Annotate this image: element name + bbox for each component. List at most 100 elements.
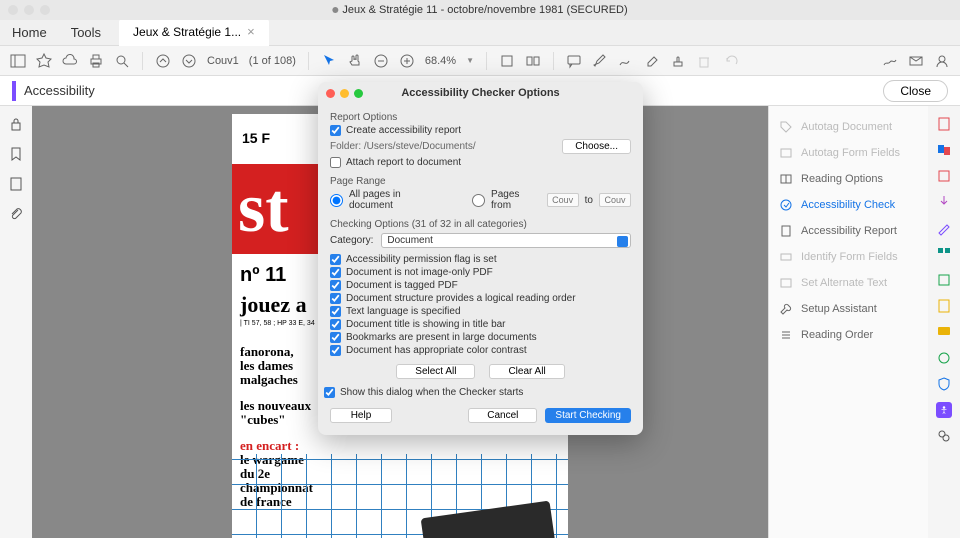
star-icon[interactable] <box>36 53 52 69</box>
panel-set-alt[interactable]: Set Alternate Text <box>769 270 928 296</box>
comment-tool-icon[interactable] <box>936 324 952 340</box>
stamp-icon[interactable] <box>670 53 686 69</box>
trash-icon[interactable] <box>696 53 712 69</box>
check-not-image-only[interactable] <box>330 267 341 278</box>
panel-accessibility-report[interactable]: Accessibility Report <box>769 218 928 244</box>
document-tab[interactable]: Jeux & Stratégie 1... × <box>119 19 269 46</box>
identify-icon <box>779 250 793 264</box>
zoom-level[interactable]: 68.4% <box>425 55 456 67</box>
profile-icon[interactable] <box>934 53 950 69</box>
pages-from-label: Pages from <box>491 189 541 211</box>
clear-all-button[interactable]: Clear All <box>489 364 564 379</box>
comment-icon[interactable] <box>566 53 582 69</box>
close-panel-button[interactable]: Close <box>883 80 948 102</box>
attach-report-checkbox[interactable] <box>330 157 341 168</box>
dialog-zoom-icon[interactable] <box>354 89 363 98</box>
check-circle-icon <box>779 198 793 212</box>
compress-icon[interactable] <box>936 272 952 288</box>
page-down-icon[interactable] <box>181 53 197 69</box>
menu-tools[interactable]: Tools <box>59 21 113 44</box>
page-to-input[interactable] <box>599 193 631 207</box>
organize-icon[interactable] <box>936 246 952 262</box>
panel-autotag-doc[interactable]: Autotag Document <box>769 114 928 140</box>
page-number-input[interactable]: Couv1 <box>207 55 239 67</box>
more-tools-icon[interactable] <box>936 428 952 444</box>
panel-accessibility-check[interactable]: Accessibility Check <box>769 192 928 218</box>
sign-icon[interactable] <box>882 53 898 69</box>
sign-tool-icon[interactable] <box>936 220 952 236</box>
panel-reading-order[interactable]: Reading Order <box>769 322 928 348</box>
fit-width-icon[interactable] <box>499 53 515 69</box>
fit-page-icon[interactable] <box>525 53 541 69</box>
page-up-icon[interactable] <box>155 53 171 69</box>
protect-icon[interactable] <box>936 376 952 392</box>
panel-identify-form[interactable]: Identify Form Fields <box>769 244 928 270</box>
help-button[interactable]: Help <box>330 408 392 423</box>
check-reading-order[interactable] <box>330 293 341 304</box>
zoom-in-icon[interactable] <box>399 53 415 69</box>
edit-icon[interactable] <box>936 168 952 184</box>
highlight-icon[interactable] <box>592 53 608 69</box>
combine-icon[interactable] <box>936 142 952 158</box>
check-color-contrast[interactable] <box>330 345 341 356</box>
category-select[interactable]: Document <box>381 233 631 248</box>
panel-setup-assistant[interactable]: Setup Assistant <box>769 296 928 322</box>
check-text-lang[interactable] <box>330 306 341 317</box>
dialog-close-icon[interactable] <box>326 89 335 98</box>
mail-icon[interactable] <box>908 53 924 69</box>
start-checking-button[interactable]: Start Checking <box>545 408 631 423</box>
cancel-button[interactable]: Cancel <box>468 408 537 423</box>
document-status-dot <box>332 7 338 13</box>
create-pdf-icon[interactable] <box>936 116 952 132</box>
accessibility-tool-icon[interactable] <box>936 402 952 418</box>
sidebar-toggle-icon[interactable] <box>10 53 26 69</box>
book-icon <box>779 172 793 186</box>
select-all-button[interactable]: Select All <box>396 364 475 379</box>
magazine-price: 15 F <box>242 130 270 146</box>
check-title-bar[interactable] <box>330 319 341 330</box>
export-icon[interactable] <box>936 194 952 210</box>
undo-icon[interactable] <box>722 53 738 69</box>
panel-indicator <box>12 81 16 101</box>
check-bookmarks[interactable] <box>330 332 341 343</box>
create-report-checkbox[interactable] <box>330 125 341 136</box>
print-icon[interactable] <box>88 53 104 69</box>
pages-from-radio[interactable] <box>472 194 485 207</box>
draw-icon[interactable] <box>618 53 634 69</box>
choose-folder-button[interactable]: Choose... <box>562 139 631 154</box>
maximize-window-icon[interactable] <box>40 5 50 15</box>
cloud-icon[interactable] <box>62 53 78 69</box>
attachment-icon[interactable] <box>8 206 24 222</box>
show-dialog-checkbox[interactable] <box>324 387 335 398</box>
all-pages-radio[interactable] <box>330 194 343 207</box>
report-options-label: Report Options <box>330 112 631 123</box>
tab-close-icon[interactable]: × <box>247 24 255 39</box>
erase-icon[interactable] <box>644 53 660 69</box>
menu-home[interactable]: Home <box>0 21 59 44</box>
bookmark-icon[interactable] <box>8 146 24 162</box>
minimize-window-icon[interactable] <box>24 5 34 15</box>
magazine-t5: "cubes" <box>240 412 286 428</box>
panel-reading-options[interactable]: Reading Options <box>769 166 928 192</box>
lock-icon[interactable] <box>8 116 24 132</box>
check-list: Accessibility permission flag is set Doc… <box>330 254 631 356</box>
check-tagged-pdf[interactable] <box>330 280 341 291</box>
zoom-out-icon[interactable] <box>373 53 389 69</box>
zoom-dropdown-icon[interactable]: ▼ <box>466 56 474 65</box>
thumbnails-icon[interactable] <box>8 176 24 192</box>
checking-options-label: Checking Options (31 of 32 in all catego… <box>330 219 631 230</box>
select-tool-icon[interactable] <box>321 53 337 69</box>
panel-title: Accessibility <box>24 83 95 98</box>
close-window-icon[interactable] <box>8 5 18 15</box>
wrench-icon <box>779 302 793 316</box>
check-perm-flag[interactable] <box>330 254 341 265</box>
page-from-input[interactable] <box>547 193 579 207</box>
search-icon[interactable] <box>114 53 130 69</box>
panel-autotag-form[interactable]: Autotag Form Fields <box>769 140 928 166</box>
hand-tool-icon[interactable] <box>347 53 363 69</box>
folder-path: Folder: /Users/steve/Documents/ <box>330 141 476 152</box>
dialog-titlebar: Accessibility Checker Options <box>318 82 643 104</box>
print-prod-icon[interactable] <box>936 350 952 366</box>
dialog-minimize-icon[interactable] <box>340 89 349 98</box>
redact-icon[interactable] <box>936 298 952 314</box>
